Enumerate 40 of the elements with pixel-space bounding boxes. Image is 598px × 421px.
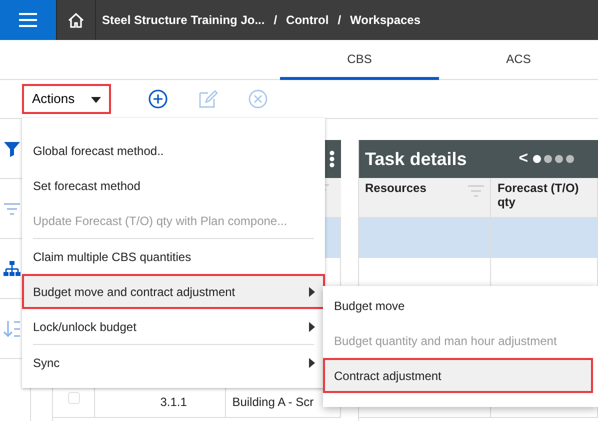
tab[interactable]: CBS [280, 40, 439, 80]
breadcrumb-item[interactable]: Workspaces [350, 11, 421, 29]
breadcrumb-item[interactable]: Control [286, 11, 329, 29]
tab[interactable]: ACS [439, 40, 598, 80]
breadcrumb-separator: / [338, 12, 342, 29]
panel-title: Task details [365, 148, 467, 170]
menu-item[interactable]: Lock/unlock budget [22, 309, 325, 344]
submenu-arrow-icon [309, 286, 315, 296]
breadcrumb-separator: / [274, 12, 278, 29]
table-cell-text: Building A - Scr [232, 394, 314, 410]
page-dot[interactable] [544, 155, 552, 163]
row-checkbox[interactable] [68, 392, 80, 404]
sort-icon[interactable] [3, 320, 21, 338]
column-header: Resources [365, 181, 426, 197]
column-header: Forecast (T/O) qty [497, 181, 580, 212]
menu-item[interactable]: Contract adjustment [323, 358, 593, 393]
menu-item[interactable]: Budget move [323, 288, 593, 323]
home-button[interactable] [56, 0, 96, 40]
add-icon[interactable] [147, 88, 169, 110]
submenu-arrow-icon [309, 322, 315, 332]
page-dot[interactable] [555, 155, 564, 163]
filter-icon[interactable] [3, 140, 21, 158]
home-icon [68, 12, 84, 28]
menu-item[interactable]: Budget move and contract adjustment [22, 274, 325, 309]
more-icon[interactable] [329, 150, 335, 168]
breadcrumb-item[interactable]: Steel Structure Training Jo... [102, 11, 265, 29]
caret-icon [91, 96, 101, 103]
actions-dropdown[interactable]: Actions [22, 84, 111, 114]
menu-button[interactable] [0, 0, 56, 40]
menu-icon [19, 13, 37, 27]
menu-item[interactable]: Claim multiple CBS quantities [22, 239, 325, 274]
page-dot[interactable] [533, 155, 542, 163]
submenu-arrow-icon [309, 358, 315, 368]
hierarchy-icon[interactable] [3, 260, 21, 278]
menu-item[interactable]: Set forecast method [22, 168, 325, 203]
page-dot[interactable] [566, 155, 574, 163]
menu-item[interactable]: Global forecast method.. [22, 133, 325, 168]
menu-item[interactable]: Sync [22, 345, 325, 380]
table-cell-text: 3.1.1 [160, 394, 187, 410]
back-button[interactable]: < [518, 147, 528, 171]
